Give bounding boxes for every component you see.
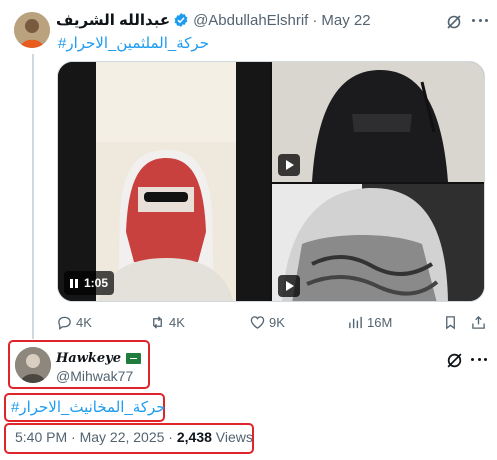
tweet-date[interactable]: May 22 bbox=[321, 12, 370, 29]
like-button[interactable]: 9K bbox=[250, 315, 285, 330]
separator-dot: · bbox=[312, 11, 318, 29]
share-icon bbox=[472, 315, 485, 329]
hashtag-link[interactable]: #حركة_الملثمين_الاحرار bbox=[58, 34, 209, 52]
repost-button[interactable]: 4K bbox=[150, 315, 185, 330]
views-count: 2,438 bbox=[176, 429, 212, 445]
reply-count: 4K bbox=[76, 315, 92, 330]
like-count: 9K bbox=[269, 315, 285, 330]
views-label: Views bbox=[215, 429, 253, 445]
views-icon bbox=[349, 316, 362, 329]
author-handle[interactable]: @AbdullahElshrif bbox=[193, 12, 308, 29]
thread-connector-line bbox=[32, 54, 34, 339]
grok-icon[interactable] bbox=[446, 352, 463, 369]
views-button[interactable]: 16M bbox=[348, 315, 392, 330]
more-icon[interactable] bbox=[472, 19, 488, 24]
bookmark-button[interactable] bbox=[443, 315, 458, 330]
video-duration: 1:05 bbox=[84, 276, 109, 290]
share-button[interactable] bbox=[471, 315, 486, 330]
bookmark-icon bbox=[446, 316, 455, 330]
author-name[interactable]: Hawkeye bbox=[56, 351, 141, 366]
author-avatar[interactable] bbox=[15, 347, 51, 383]
tweet-timestamp[interactable]: 5:40 PM · May 22, 2025 · bbox=[15, 429, 177, 445]
author-display-name: Hawkeye bbox=[56, 351, 121, 366]
play-icon[interactable] bbox=[278, 154, 300, 176]
reply-button[interactable]: 4K bbox=[57, 315, 92, 330]
repost-icon bbox=[153, 316, 162, 329]
tweet-metadata: 5:40 PM · May 22, 2025 · 2,438 Views bbox=[15, 429, 253, 445]
author-name[interactable]: عبدالله الشريف bbox=[56, 11, 170, 29]
pause-icon bbox=[70, 278, 78, 288]
tweet-action-bar: 4K 4K 9K 16M bbox=[57, 315, 487, 333]
tweet-header: عبدالله الشريف @AbdullahElshrif · May 22 bbox=[56, 11, 371, 30]
views-count: 16M bbox=[367, 315, 393, 330]
reply-icon bbox=[58, 316, 71, 330]
video-thumbnail-1[interactable]: 1:05 bbox=[58, 62, 270, 301]
author-handle[interactable]: @Mihwak77 bbox=[56, 368, 133, 384]
verified-badge-icon bbox=[174, 13, 188, 27]
repost-count: 4K bbox=[169, 315, 185, 330]
hashtag-link[interactable]: #حركة_المخانيث_الاحرار bbox=[11, 398, 166, 416]
like-icon bbox=[250, 316, 265, 329]
saudi-flag-icon bbox=[126, 353, 141, 364]
video-thumbnail-2[interactable] bbox=[272, 62, 484, 182]
video-thumbnail-3[interactable] bbox=[272, 184, 484, 301]
media-grid: 1:05 bbox=[57, 61, 485, 302]
grok-icon[interactable] bbox=[446, 14, 462, 30]
play-icon[interactable] bbox=[278, 275, 300, 297]
video-duration-badge[interactable]: 1:05 bbox=[64, 271, 115, 295]
more-icon[interactable] bbox=[471, 358, 487, 363]
author-avatar[interactable] bbox=[14, 12, 50, 48]
